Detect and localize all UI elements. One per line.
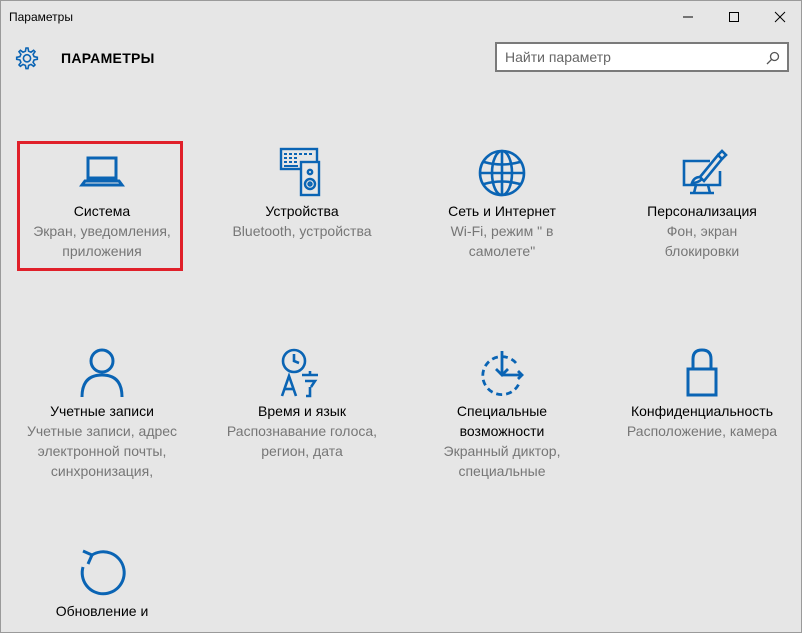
maximize-button[interactable] xyxy=(711,1,757,33)
tile-description: регион, дата xyxy=(261,443,343,459)
tile-title: Персонализация xyxy=(647,203,757,219)
tile-description: Bluetooth, устройства xyxy=(232,223,372,239)
tile-description: Экранный диктор, xyxy=(443,443,561,459)
person-icon xyxy=(80,348,124,398)
tile-description: электронной почты, xyxy=(37,443,167,459)
search-input[interactable] xyxy=(505,48,755,66)
tile-description: Распознавание голоса, xyxy=(226,423,378,439)
update-icon xyxy=(80,549,126,596)
tile-description: синхронизация, xyxy=(50,463,154,479)
ease-of-access-icon xyxy=(481,351,524,396)
devices-icon xyxy=(279,147,321,197)
tile-description: специальные xyxy=(458,463,546,479)
maximize-icon xyxy=(729,12,739,22)
tile-title: Сеть и Интернет xyxy=(448,203,556,219)
tile-description: самолете" xyxy=(468,243,536,259)
search-box[interactable] xyxy=(495,42,789,72)
search-icon[interactable] xyxy=(765,50,781,66)
tile-title: Специальные xyxy=(456,403,548,419)
tile-ease-of-access[interactable]: Специальные возможности Экранный диктор,… xyxy=(407,341,597,481)
tile-privacy[interactable]: Конфиденциальность Расположение, камера xyxy=(607,341,797,441)
tile-description: блокировки xyxy=(664,243,740,259)
tile-update[interactable]: Обновление и xyxy=(7,541,197,621)
tile-devices[interactable]: Устройства Bluetooth, устройства xyxy=(207,141,397,241)
tile-description: Wi-Fi, режим " в xyxy=(450,223,554,239)
tile-accounts[interactable]: Учетные записи Учетные записи, адрес эле… xyxy=(7,341,197,481)
tile-description: Учетные записи, адрес xyxy=(26,423,178,439)
minimize-icon xyxy=(683,16,693,18)
tile-description: Расположение, камера xyxy=(626,423,778,439)
selection-highlight xyxy=(17,141,183,271)
tile-network[interactable]: Сеть и Интернет Wi-Fi, режим " в самолет… xyxy=(407,141,597,261)
tile-description: Фон, экран xyxy=(666,223,738,239)
lock-icon xyxy=(686,348,718,397)
window-title: Параметры xyxy=(9,10,73,24)
tile-personalization[interactable]: Персонализация Фон, экран блокировки xyxy=(607,141,797,261)
globe-icon xyxy=(478,149,526,197)
tile-title: возможности xyxy=(459,423,545,439)
settings-window: Параметры ПАРАМЕТРЫ Найти параметр Систе… xyxy=(0,0,802,633)
tile-time-language[interactable]: Время и язык Распознавание голоса, регио… xyxy=(207,341,397,461)
settings-header: ПАРАМЕТРЫ xyxy=(1,39,801,79)
title-bar: Параметры xyxy=(1,1,801,33)
minimize-button[interactable] xyxy=(665,1,711,33)
close-button[interactable] xyxy=(757,1,801,33)
paint-icon xyxy=(682,149,728,195)
tile-title: Обновление и xyxy=(55,603,149,619)
page-title: ПАРАМЕТРЫ xyxy=(61,50,155,66)
tile-title: Конфиденциальность xyxy=(630,403,773,419)
tile-title: Устройства xyxy=(265,203,339,219)
tile-title: Учетные записи xyxy=(50,403,154,419)
gear-icon xyxy=(15,47,39,70)
tile-title: Время и язык xyxy=(258,403,346,419)
close-icon xyxy=(774,11,786,23)
time-language-icon xyxy=(280,348,318,398)
